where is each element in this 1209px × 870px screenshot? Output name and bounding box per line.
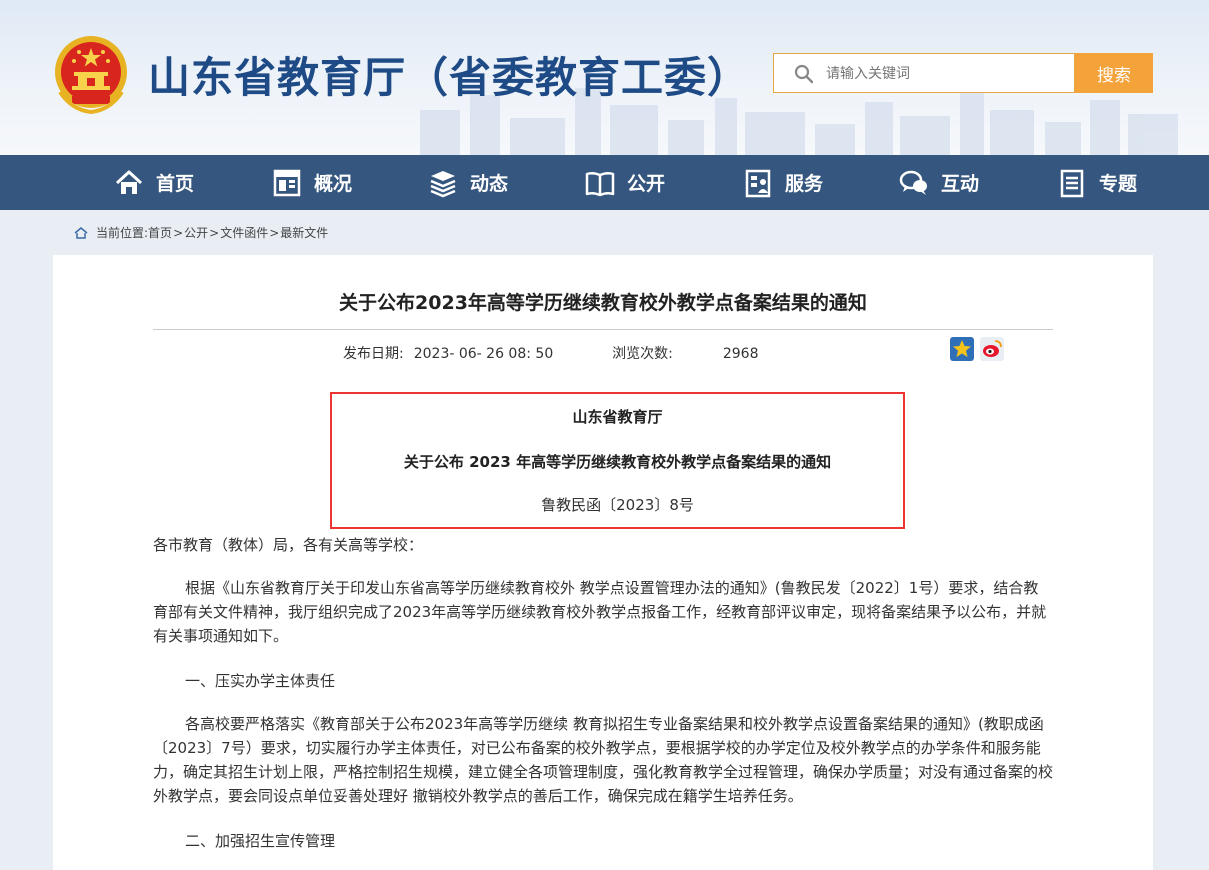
nav-label: 动态 — [470, 173, 509, 195]
home-icon — [74, 226, 88, 239]
article-meta: 发布日期: 2023- 06- 26 08: 50 浏览次数: 2968 — [343, 343, 769, 363]
breadcrumb-separator: > — [269, 225, 280, 240]
nav-label: 互动 — [941, 173, 980, 195]
section-heading-1: 一、压实办学主体责任 — [185, 672, 336, 690]
breadcrumb-separator: > — [173, 225, 184, 240]
nav-item-topics[interactable]: 专题 — [1057, 155, 1137, 210]
breadcrumb-separator: > — [209, 225, 220, 240]
search-box[interactable] — [773, 53, 1075, 93]
favorite-star-icon[interactable] — [950, 337, 974, 361]
title-divider — [153, 329, 1053, 330]
overview-icon — [273, 169, 301, 196]
nav-item-home[interactable]: 首页 — [114, 155, 194, 210]
topic-icon — [1060, 169, 1084, 197]
doc-title: 关于公布 2023 年高等学历继续教育校外教学点备案结果的通知 — [403, 453, 832, 471]
paragraph-1: 根据《山东省教育厅关于印发山东省高等学历继续教育校外 教学点设置管理办法的通知》… — [153, 579, 1047, 645]
site-title: 山东省教育厅（省委教育工委） — [148, 53, 751, 102]
document-header-box: 山东省教育厅 关于公布 2023 年高等学历继续教育校外教学点备案结果的通知 鲁… — [330, 392, 905, 529]
national-emblem-icon — [55, 36, 127, 114]
book-icon — [585, 171, 615, 196]
doc-number: 鲁教民函〔2023〕8号 — [541, 496, 694, 514]
views-value: 2968 — [722, 346, 759, 362]
breadcrumb-latest[interactable]: 最新文件 — [280, 224, 328, 241]
site-header: 山东省教育厅（省委教育工委） 搜索 — [0, 0, 1209, 155]
article-title: 关于公布2023年高等学历继续教育校外教学点备案结果的通知 — [339, 292, 867, 314]
paragraph-2: 各高校要严格落实《教育部关于公布2023年高等学历继续 教育拟招生专业备案结果和… — [153, 715, 1054, 805]
nav-item-news[interactable]: 动态 — [428, 155, 508, 210]
nav-item-overview[interactable]: 概况 — [272, 155, 352, 210]
nav-item-service[interactable]: 服务 — [743, 155, 823, 210]
chat-icon — [899, 170, 927, 195]
search-button[interactable]: 搜索 — [1075, 53, 1153, 93]
views-label: 浏览次数: — [612, 346, 673, 362]
nav-item-interaction[interactable]: 互动 — [899, 155, 979, 210]
nav-label: 首页 — [156, 173, 195, 195]
doc-issuer: 山东省教育厅 — [572, 408, 663, 426]
nav-label: 专题 — [1099, 173, 1138, 195]
news-icon — [430, 170, 456, 197]
breadcrumb-public[interactable]: 公开 — [184, 224, 208, 241]
search-icon — [794, 64, 814, 84]
main-nav: 首页 概况 动态 公开 服务 互动 专题 — [0, 155, 1209, 210]
article-container: 关于公布2023年高等学历继续教育校外教学点备案结果的通知 发布日期: 2023-… — [53, 255, 1153, 870]
salutation: 各市教育（教体）局，各有关高等学校： — [153, 536, 424, 554]
breadcrumb-home[interactable]: 首页 — [148, 224, 172, 241]
breadcrumb-documents[interactable]: 文件函件 — [220, 224, 268, 241]
date-label: 发布日期: — [343, 346, 404, 362]
service-icon — [745, 169, 771, 197]
breadcrumb-prefix: 当前位置: — [96, 226, 149, 240]
nav-label: 服务 — [785, 173, 824, 195]
breadcrumb: 当前位置: 首页 > 公开 > 文件函件 > 最新文件 — [74, 224, 328, 241]
section-heading-2: 二、加强招生宣传管理 — [185, 832, 336, 850]
home-icon — [115, 170, 143, 194]
nav-label: 概况 — [314, 173, 353, 195]
date-value: 2023- 06- 26 08: 50 — [413, 346, 554, 362]
weibo-share-icon[interactable] — [980, 337, 1004, 361]
nav-item-public[interactable]: 公开 — [585, 155, 665, 210]
search-input[interactable] — [824, 62, 1068, 86]
nav-label: 公开 — [627, 173, 666, 195]
